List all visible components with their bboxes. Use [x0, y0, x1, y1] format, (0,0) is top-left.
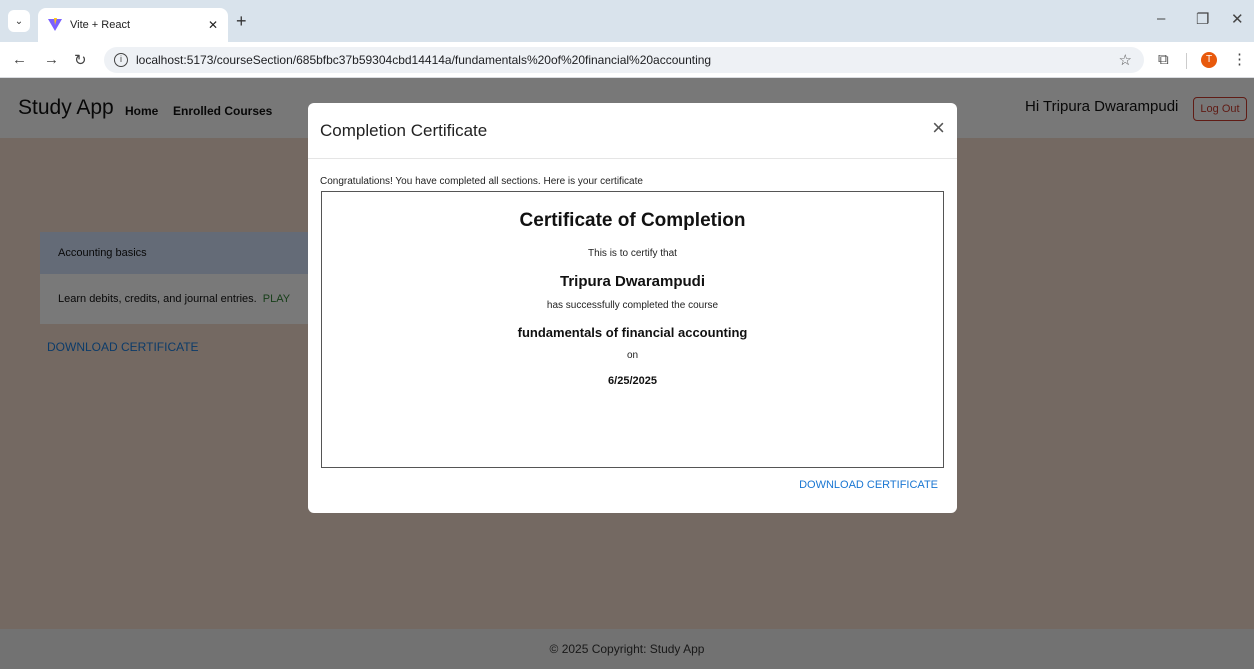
- restore-icon[interactable]: ❐: [1196, 10, 1209, 28]
- close-icon[interactable]: ×: [932, 117, 945, 139]
- course-name: fundamentals of financial accounting: [517, 325, 748, 340]
- window-close-icon[interactable]: ✕: [1231, 10, 1244, 28]
- on-text: on: [626, 350, 639, 361]
- certificate-heading: Certificate of Completion: [519, 210, 746, 231]
- completion-date: 6/25/2025: [608, 375, 657, 387]
- tab-search-button[interactable]: ⌄: [8, 10, 30, 32]
- minimize-icon[interactable]: –: [1157, 10, 1165, 27]
- site-info-icon[interactable]: i: [114, 53, 128, 67]
- completed-text: has successfully completed the course: [546, 300, 719, 311]
- browser-tab-bar: ⌄ Vite + React ✕ + – ❐ ✕: [0, 0, 1254, 42]
- toolbar-divider: [1186, 53, 1187, 69]
- forward-icon[interactable]: →: [44, 51, 59, 68]
- modal-download-button[interactable]: DOWNLOAD CERTIFICATE: [799, 479, 938, 491]
- certificate-modal: Completion Certificate × Congratulations…: [308, 103, 957, 513]
- new-tab-icon[interactable]: +: [236, 12, 247, 30]
- certificate-card: Certificate of Completion This is to cer…: [321, 191, 944, 468]
- extensions-icon[interactable]: ⧉: [1158, 51, 1169, 68]
- back-icon[interactable]: ←: [12, 51, 27, 68]
- browser-toolbar: ← → ↻ i localhost:5173/courseSection/685…: [0, 42, 1254, 78]
- browser-tab[interactable]: Vite + React ✕: [38, 8, 228, 42]
- congrats-message: Congratulations! You have completed all …: [320, 176, 643, 187]
- modal-title: Completion Certificate: [320, 121, 488, 140]
- chevron-down-icon: ⌄: [14, 15, 24, 27]
- tab-close-icon[interactable]: ✕: [208, 18, 218, 32]
- profile-avatar[interactable]: T: [1201, 52, 1217, 68]
- reload-icon[interactable]: ↻: [74, 51, 87, 69]
- more-menu-icon[interactable]: ⋮: [1232, 50, 1247, 68]
- tab-title: Vite + React: [70, 19, 131, 31]
- certify-text: This is to certify that: [588, 248, 677, 259]
- recipient-name: Tripura Dwarampudi: [559, 273, 706, 290]
- url-text: localhost:5173/courseSection/685bfbc37b5…: [136, 53, 712, 67]
- bookmark-star-icon[interactable]: ☆: [1119, 51, 1132, 69]
- modal-header: Completion Certificate ×: [308, 103, 957, 159]
- address-bar[interactable]: i localhost:5173/courseSection/685bfbc37…: [104, 47, 1144, 73]
- vite-logo-icon: [48, 18, 62, 31]
